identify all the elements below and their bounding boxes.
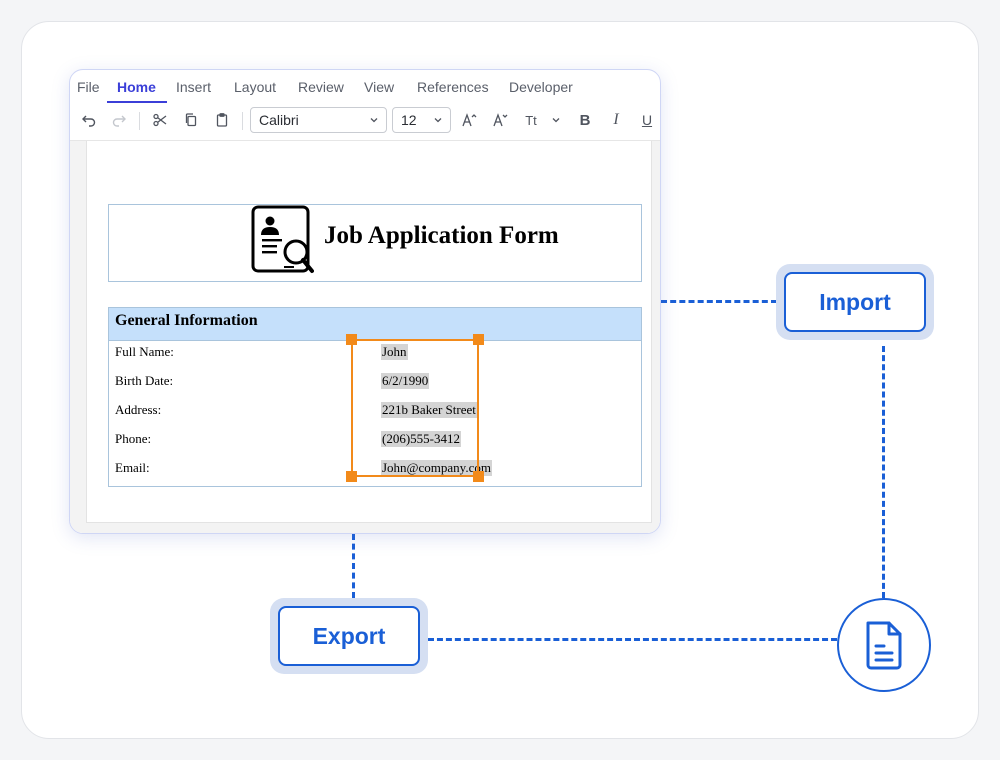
copy-icon[interactable] — [181, 110, 201, 130]
menu-home[interactable]: Home — [117, 79, 156, 95]
font-family-select[interactable]: Calibri — [250, 107, 387, 133]
menu-file[interactable]: File — [77, 79, 100, 95]
connector-editor-import — [661, 300, 777, 303]
toolbar-divider — [242, 112, 243, 130]
bold-icon[interactable]: B — [575, 110, 595, 130]
resize-handle-bottom-right[interactable] — [473, 471, 484, 482]
section-header: General Information — [109, 308, 641, 341]
connector-editor-export — [352, 534, 355, 598]
title-table: Job Application Form — [108, 204, 642, 282]
import-button-halo: Import — [776, 264, 934, 340]
document-editor-window: File Home Insert Layout Review View Refe… — [69, 69, 661, 534]
export-button[interactable]: Export — [278, 606, 420, 666]
paste-icon[interactable] — [212, 110, 232, 130]
chevron-down-icon — [370, 118, 378, 123]
italic-icon[interactable]: I — [606, 110, 626, 130]
menu-review[interactable]: Review — [298, 79, 344, 95]
menu-developer[interactable]: Developer — [509, 79, 573, 95]
field-label-full-name: Full Name: — [115, 344, 174, 359]
field-label-email: Email: — [115, 460, 150, 475]
active-tab-indicator — [107, 101, 167, 103]
job-application-icon — [251, 205, 314, 273]
field-label-phone: Phone: — [115, 431, 152, 446]
menu-view[interactable]: View — [364, 79, 394, 95]
resize-handle-bottom-left[interactable] — [346, 471, 357, 482]
document-page[interactable]: Job Application Form General Information… — [86, 141, 652, 523]
menu-references[interactable]: References — [417, 79, 489, 95]
toolbar-divider — [139, 112, 140, 130]
font-size-value: 12 — [401, 112, 417, 128]
document-canvas: Job Application Form General Information… — [70, 140, 660, 533]
font-family-value: Calibri — [259, 112, 299, 128]
resize-handle-top-right[interactable] — [473, 334, 484, 345]
section-title: General Information — [115, 312, 258, 329]
ribbon-menu-bar: File Home Insert Layout Review View Refe… — [70, 70, 660, 104]
undo-icon[interactable] — [79, 110, 99, 130]
field-label-address: Address: — [115, 402, 162, 417]
menu-insert[interactable]: Insert — [176, 79, 211, 95]
field-label-birth-date: Birth Date: — [115, 373, 174, 388]
chevron-down-icon — [434, 118, 442, 123]
change-case-icon[interactable]: Tt — [521, 110, 541, 130]
cut-icon[interactable] — [150, 110, 170, 130]
formatting-toolbar: Calibri 12 Tt B I U — [70, 104, 660, 136]
connector-export-file — [428, 638, 837, 641]
resize-handle-top-left[interactable] — [346, 334, 357, 345]
redo-icon[interactable] — [109, 110, 129, 130]
font-size-select[interactable]: 12 — [392, 107, 451, 133]
menu-layout[interactable]: Layout — [234, 79, 276, 95]
grow-font-icon[interactable] — [459, 110, 479, 130]
export-button-halo: Export — [270, 598, 428, 674]
chevron-down-icon[interactable] — [546, 110, 566, 130]
document-title: Job Application Form — [324, 222, 559, 249]
selection-box[interactable] — [346, 334, 484, 482]
import-button[interactable]: Import — [784, 272, 926, 332]
shrink-font-icon[interactable] — [490, 110, 510, 130]
underline-icon[interactable]: U — [637, 110, 657, 130]
connector-import-file — [882, 346, 885, 598]
document-icon — [866, 621, 902, 670]
file-node[interactable] — [837, 598, 931, 692]
